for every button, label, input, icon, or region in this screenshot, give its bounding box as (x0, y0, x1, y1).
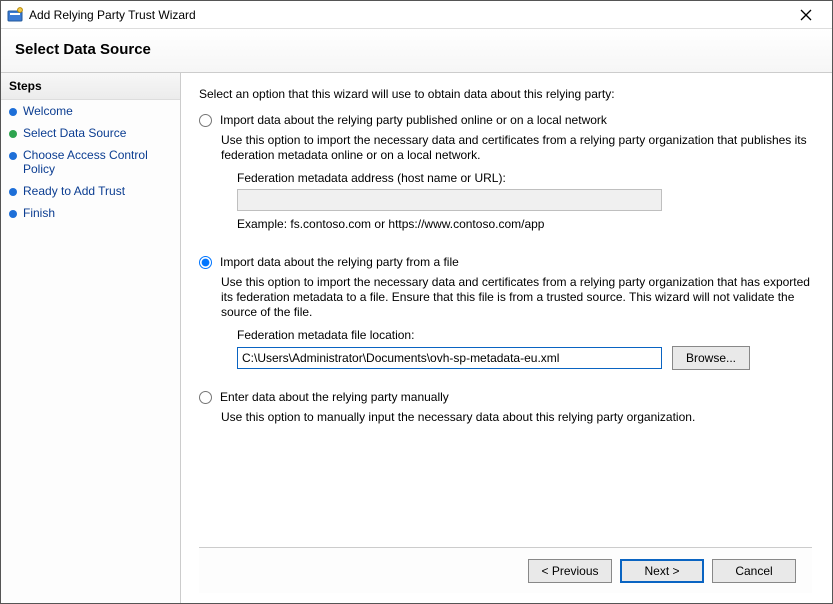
bullet-icon (9, 210, 17, 218)
next-button[interactable]: Next > (620, 559, 704, 583)
cancel-button[interactable]: Cancel (712, 559, 796, 583)
step-select-data-source[interactable]: Select Data Source (1, 122, 180, 144)
metadata-address-example: Example: fs.contoso.com or https://www.c… (237, 217, 812, 231)
intro-text: Select an option that this wizard will u… (199, 87, 812, 101)
bullet-icon (9, 188, 17, 196)
step-ready-to-add-trust[interactable]: Ready to Add Trust (1, 180, 180, 202)
radio-import-file[interactable] (199, 256, 212, 269)
browse-button[interactable]: Browse... (672, 346, 750, 370)
step-label: Select Data Source (23, 126, 126, 140)
wizard-window: Add Relying Party Trust Wizard Select Da… (0, 0, 833, 604)
option-title: Import data about the relying party from… (220, 255, 459, 269)
radio-import-online[interactable] (199, 114, 212, 127)
option-file-desc: Use this option to import the necessary … (221, 275, 812, 320)
step-choose-access-control-policy[interactable]: Choose Access Control Policy (1, 144, 180, 180)
option-online-desc: Use this option to import the necessary … (221, 133, 812, 163)
wizard-header: Select Data Source (1, 29, 832, 73)
app-icon (7, 7, 23, 23)
option-title: Import data about the relying party publ… (220, 113, 607, 127)
option-online-body: Use this option to import the necessary … (221, 133, 812, 245)
metadata-address-input (237, 189, 662, 211)
steps-sidebar: Steps Welcome Select Data Source Choose … (1, 73, 181, 603)
steps-header: Steps (1, 73, 180, 100)
metadata-file-input[interactable] (237, 347, 662, 369)
bullet-icon (9, 108, 17, 116)
wizard-body: Steps Welcome Select Data Source Choose … (1, 73, 832, 603)
step-welcome[interactable]: Welcome (1, 100, 180, 122)
close-button[interactable] (786, 2, 826, 28)
wizard-footer: < Previous Next > Cancel (199, 547, 812, 593)
step-label: Ready to Add Trust (23, 184, 125, 198)
step-finish[interactable]: Finish (1, 202, 180, 224)
page-title: Select Data Source (15, 41, 818, 58)
step-label: Finish (23, 206, 55, 220)
option-import-file[interactable]: Import data about the relying party from… (199, 255, 812, 269)
window-title: Add Relying Party Trust Wizard (29, 8, 786, 22)
option-file-body: Use this option to import the necessary … (221, 275, 812, 370)
previous-button[interactable]: < Previous (528, 559, 612, 583)
step-label: Choose Access Control Policy (23, 148, 172, 176)
bullet-icon (9, 152, 17, 160)
metadata-file-label: Federation metadata file location: (237, 328, 812, 342)
step-label: Welcome (23, 104, 73, 118)
option-enter-manually[interactable]: Enter data about the relying party manua… (199, 390, 812, 404)
content-pane: Select an option that this wizard will u… (181, 73, 832, 603)
bullet-icon (9, 130, 17, 138)
titlebar: Add Relying Party Trust Wizard (1, 1, 832, 29)
radio-enter-manually[interactable] (199, 391, 212, 404)
option-import-online[interactable]: Import data about the relying party publ… (199, 113, 812, 127)
option-manual-body: Use this option to manually input the ne… (221, 410, 812, 433)
option-manual-desc: Use this option to manually input the ne… (221, 410, 812, 425)
metadata-address-label: Federation metadata address (host name o… (237, 171, 812, 185)
option-title: Enter data about the relying party manua… (220, 390, 449, 404)
